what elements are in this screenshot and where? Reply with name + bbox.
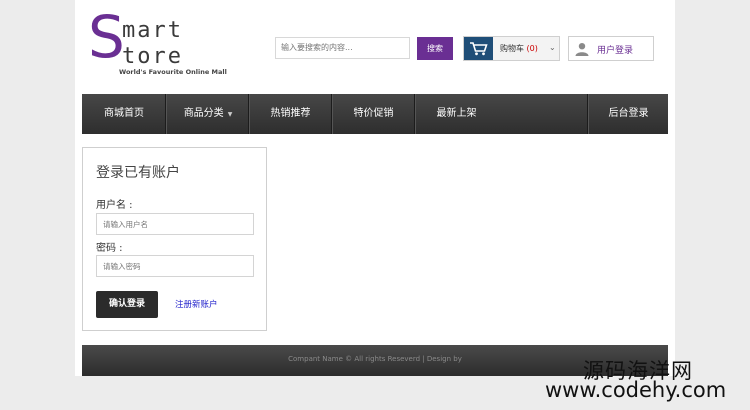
chevron-down-icon: ⌄ — [549, 43, 556, 52]
search-button[interactable]: 搜索 — [417, 37, 453, 60]
footer: Compant Name © All rights Reseverd | Des… — [82, 345, 668, 376]
cart-icon — [464, 37, 493, 60]
login-panel-title: 登录已有账户 — [96, 165, 180, 181]
footer-copyright: Compant Name © All rights Reseverd | Des… — [288, 355, 462, 363]
watermark-url: www.codehy.com — [545, 378, 727, 402]
search-input[interactable] — [275, 37, 410, 59]
user-login-label: 用户登录 — [597, 46, 634, 56]
page-container: S mart tore World's Favourite Online Mal… — [75, 0, 675, 376]
username-label: 用户名 : — [96, 200, 133, 211]
logo-tagline: World's Favourite Online Mall — [119, 68, 227, 76]
main-nav: 商城首页 商品分类 ▼ 热销推荐 特价促销 最新上架 后台登录 — [82, 94, 668, 134]
logo-line-1: mart — [122, 18, 183, 43]
logo-line-2: tore — [122, 44, 183, 69]
logo-initial: S — [88, 3, 125, 71]
login-panel: 登录已有账户 用户名 : 密码 : 确认登录 注册新账户 — [82, 147, 267, 331]
nav-item-admin-login[interactable]: 后台登录 — [589, 94, 668, 134]
cart-button[interactable]: 购物车 (0) ⌄ — [463, 36, 560, 61]
chevron-down-icon: ▼ — [227, 111, 233, 118]
nav-item-categories[interactable]: 商品分类 ▼ — [167, 94, 249, 134]
nav-item-sale[interactable]: 特价促销 — [333, 94, 414, 134]
nav-item-new[interactable]: 最新上架 — [416, 94, 497, 134]
password-input[interactable] — [96, 255, 254, 277]
nav-item-categories-label: 商品分类 — [183, 108, 224, 119]
user-icon — [575, 43, 589, 56]
username-input[interactable] — [96, 213, 254, 235]
login-submit-button[interactable]: 确认登录 — [96, 291, 158, 318]
cart-label-text: 购物车 — [500, 44, 524, 53]
nav-item-home[interactable]: 商城首页 — [82, 94, 166, 134]
cart-count: (0) — [526, 44, 538, 53]
nav-item-hot[interactable]: 热销推荐 — [250, 94, 331, 134]
user-login-button[interactable]: 用户登录 — [568, 36, 654, 61]
cart-label: 购物车 (0) — [500, 43, 538, 54]
password-label: 密码 : — [96, 243, 123, 254]
register-link[interactable]: 注册新账户 — [175, 298, 218, 310]
site-logo[interactable]: S mart tore World's Favourite Online Mal… — [88, 8, 228, 76]
